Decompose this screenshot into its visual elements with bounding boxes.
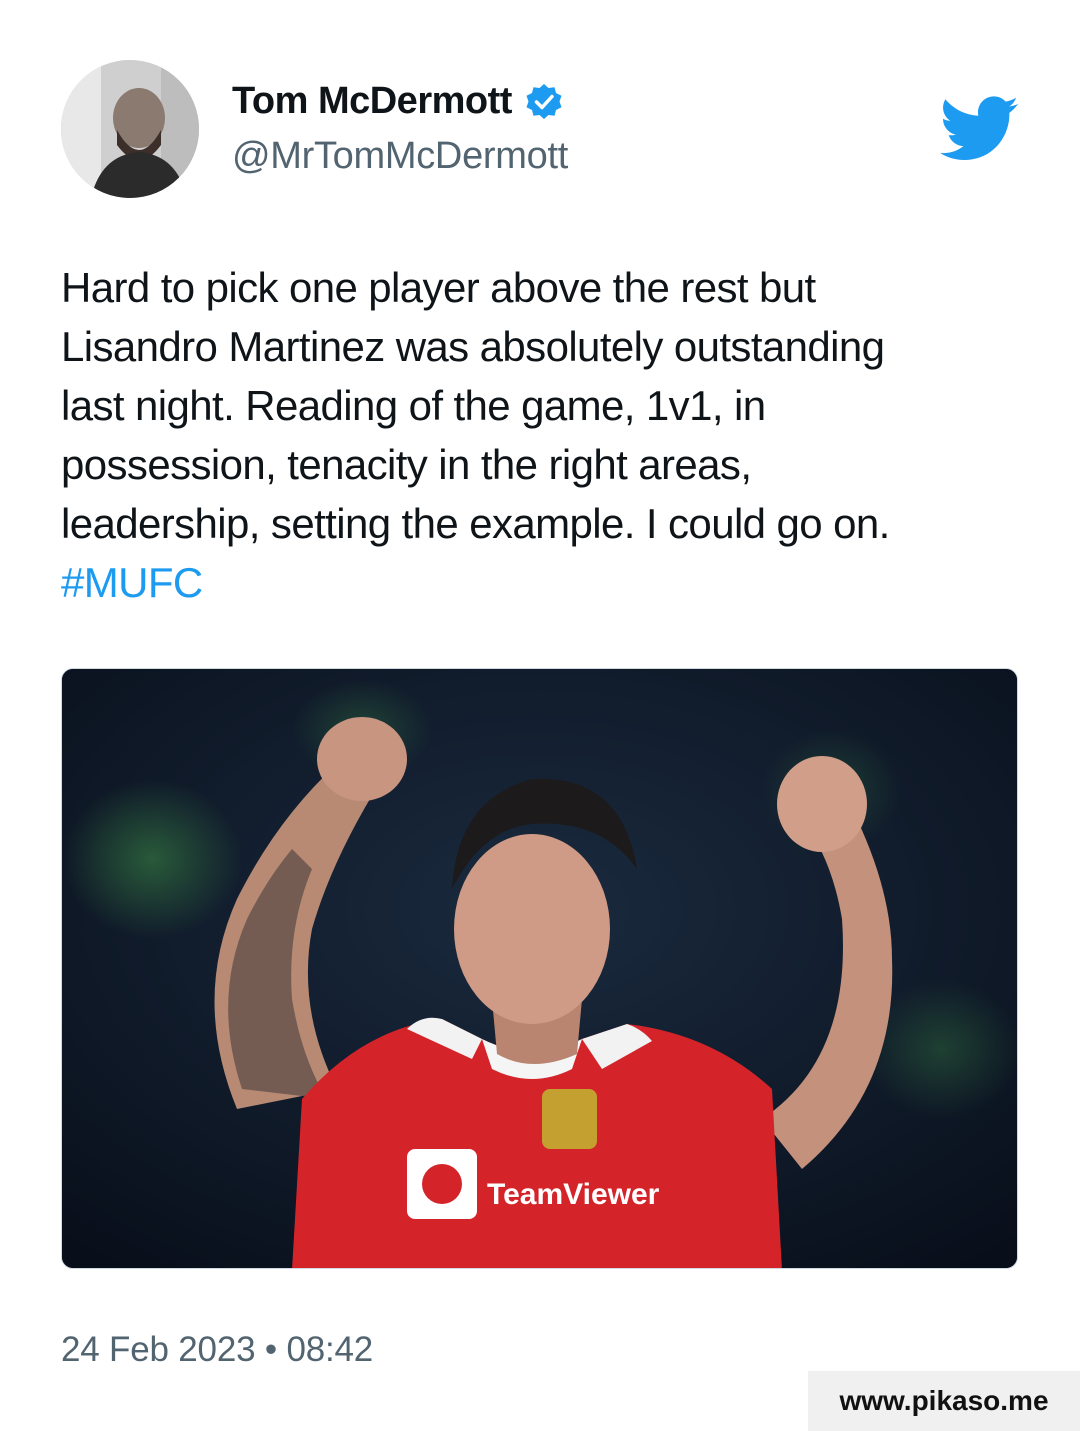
author-name-row: Tom McDermott bbox=[232, 80, 564, 123]
author-handle[interactable]: @MrTomMcDermott bbox=[232, 135, 568, 178]
author-display-name[interactable]: Tom McDermott bbox=[232, 80, 512, 123]
hashtag-link[interactable]: #MUFC bbox=[61, 559, 203, 606]
avatar-photo bbox=[61, 60, 199, 198]
watermark: www.pikaso.me bbox=[808, 1371, 1080, 1431]
tweet-timestamp[interactable]: 24 Feb 2023 • 08:42 bbox=[61, 1330, 373, 1370]
tweet-body: Hard to pick one player above the rest b… bbox=[61, 264, 890, 547]
tweet-text: Hard to pick one player above the rest b… bbox=[61, 258, 1021, 612]
twitter-bird-icon[interactable] bbox=[940, 96, 1020, 162]
tweet-media-photo[interactable]: TeamViewer bbox=[61, 668, 1018, 1269]
jersey-sponsor-text: TeamViewer bbox=[487, 1178, 660, 1211]
verified-badge-icon bbox=[526, 83, 562, 119]
player-celebration-photo: TeamViewer bbox=[62, 669, 1017, 1268]
avatar[interactable] bbox=[61, 60, 199, 198]
